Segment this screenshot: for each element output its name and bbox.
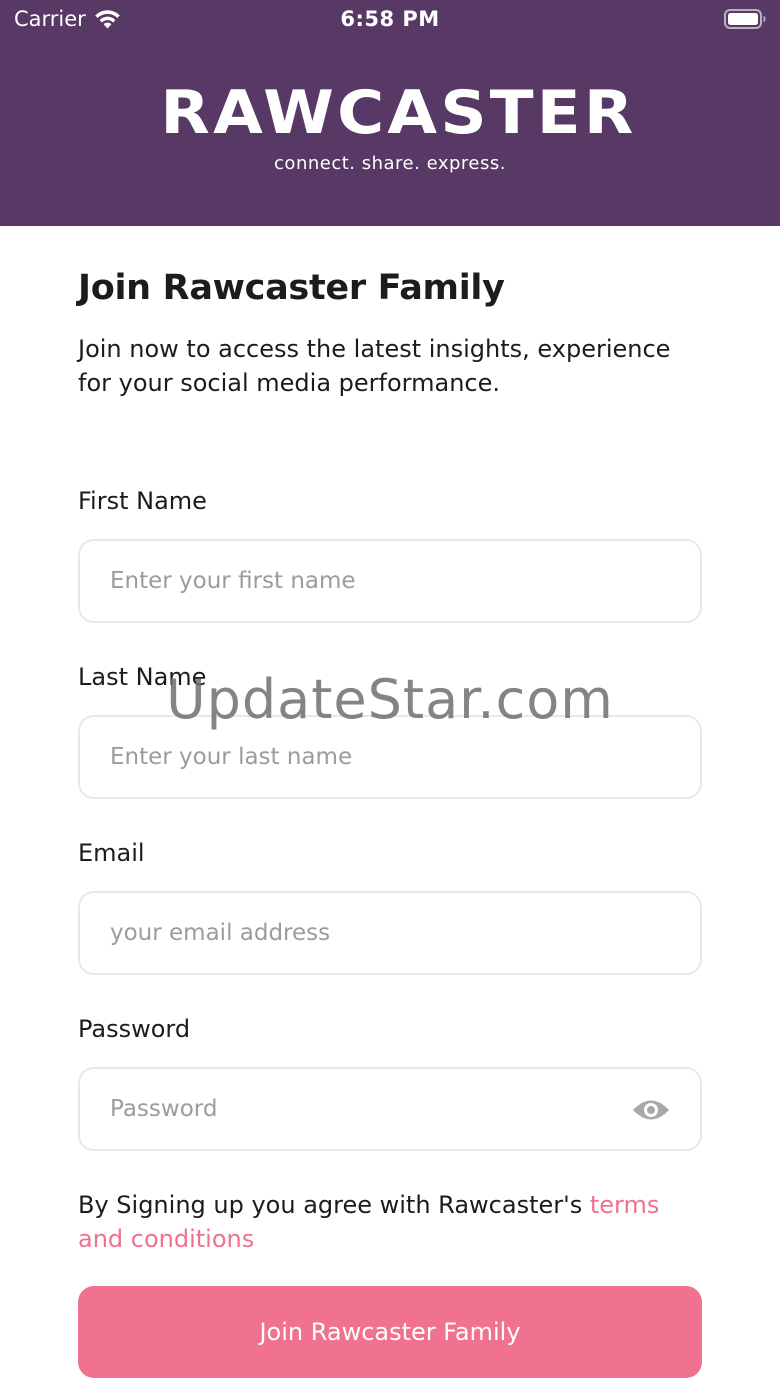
battery-icon [724, 9, 766, 29]
email-input[interactable] [110, 893, 630, 973]
status-bar: Carrier 6:58 PM [0, 0, 780, 40]
password-field[interactable] [78, 1067, 702, 1151]
last-name-field[interactable] [78, 715, 702, 799]
rawcaster-logo: RAWCASTER connect. share. express. [0, 78, 780, 174]
page-subtitle: Join now to access the latest insights, … [78, 335, 671, 397]
password-input[interactable] [110, 1069, 630, 1149]
eye-icon[interactable] [632, 1097, 670, 1123]
first-name-field[interactable] [78, 539, 702, 623]
app-header: Carrier 6:58 PM RAWCASTER connect. share… [0, 0, 780, 226]
last-name-label: Last Name [78, 663, 207, 691]
status-time: 6:58 PM [340, 7, 440, 31]
first-name-input[interactable] [110, 541, 630, 621]
terms-notice: By Signing up you agree with Rawcaster's… [78, 1188, 702, 1256]
last-name-input[interactable] [110, 717, 630, 797]
logo-wordmark: RAWCASTER [159, 78, 637, 148]
email-field[interactable] [78, 891, 702, 975]
page-title: Join Rawcaster Family [78, 268, 505, 308]
logo-tagline: connect. share. express. [274, 153, 506, 174]
join-button[interactable]: Join Rawcaster Family [78, 1286, 702, 1378]
email-label: Email [78, 839, 145, 867]
terms-prefix: By Signing up you agree with Rawcaster's [78, 1191, 583, 1219]
first-name-label: First Name [78, 487, 207, 515]
password-label: Password [78, 1015, 191, 1043]
